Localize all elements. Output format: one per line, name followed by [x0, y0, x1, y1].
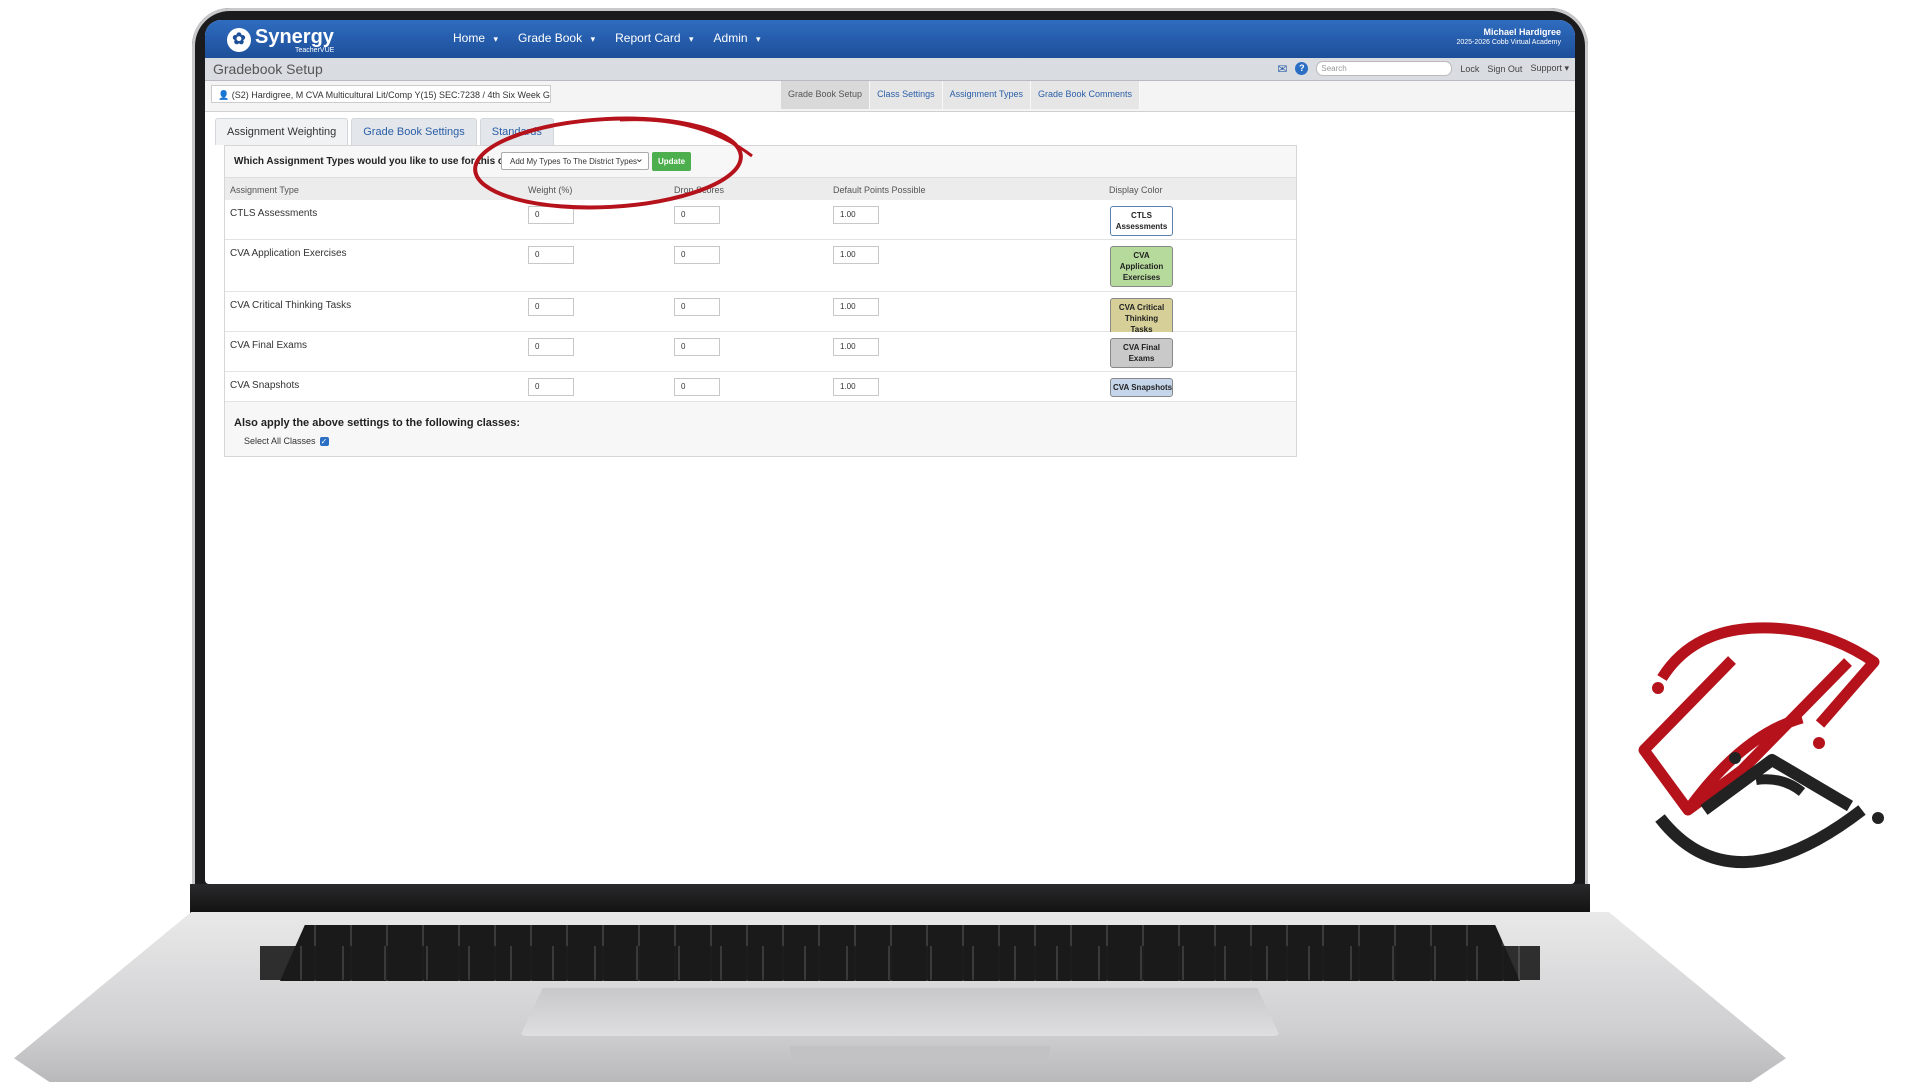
- also-apply-heading: Also apply the above settings to the fol…: [234, 417, 521, 429]
- assignment-type-question: Which Assignment Types would you like to…: [234, 156, 530, 167]
- table-header: Assignment Type Weight (%) Drop Scores D…: [225, 177, 1296, 201]
- page-title: Gradebook Setup: [213, 61, 323, 77]
- nav-grade-book[interactable]: Grade Book: [518, 31, 595, 45]
- synergy-logo-icon: ✿: [227, 28, 251, 52]
- class-selector-label: (S2) Hardigree, M CVA Multicultural Lit/…: [231, 90, 550, 100]
- display-color-swatch[interactable]: CVA Final Exams: [1110, 338, 1173, 368]
- display-color-swatch[interactable]: CVA Snapshots: [1110, 378, 1173, 397]
- select-all-classes: Select All Classes ✓: [244, 436, 329, 446]
- col-drop-scores: Drop Scores: [674, 185, 725, 195]
- app-header: ✿ Synergy TeacherVUE Home Grade Book Rep…: [205, 20, 1575, 58]
- assignment-type-dropdown[interactable]: Add My Types To The District Types: [501, 150, 649, 170]
- help-icon[interactable]: ?: [1295, 62, 1309, 75]
- section-tabs: Assignment Weighting Grade Book Settings…: [215, 118, 554, 145]
- table-row: CVA Application Exercises 0 0 1.00 CVA A…: [225, 240, 1296, 292]
- user-info: Michael Hardigree 2025-2026 Cobb Virtual…: [1456, 27, 1561, 46]
- tab-grade-book-comments[interactable]: Grade Book Comments: [1030, 81, 1141, 109]
- class-selector[interactable]: 👤 (S2) Hardigree, M CVA Multicultural Li…: [211, 85, 551, 103]
- sign-out-link[interactable]: Sign Out: [1487, 64, 1522, 74]
- weight-input[interactable]: 0: [528, 246, 574, 264]
- assignment-type-name: CVA Critical Thinking Tasks: [230, 300, 352, 311]
- weight-input[interactable]: 0: [528, 338, 574, 356]
- display-color-swatch[interactable]: CTLS Assessments: [1110, 206, 1173, 236]
- weight-input[interactable]: 0: [528, 206, 574, 224]
- toolbar: ✉ ? Search Lock Sign Out Support ▾: [1277, 61, 1569, 76]
- laptop-lip: [790, 1046, 1050, 1062]
- person-icon: 👤: [218, 90, 230, 100]
- user-school: 2025-2026 Cobb Virtual Academy: [1456, 39, 1561, 46]
- laptop-frame: ✿ Synergy TeacherVUE Home Grade Book Rep…: [0, 0, 1920, 1082]
- top-nav: Home Grade Book Report Card Admin: [453, 31, 761, 45]
- col-assignment-type: Assignment Type: [230, 185, 299, 195]
- user-name: Michael Hardigree: [1483, 27, 1561, 37]
- tab-assignment-types[interactable]: Assignment Types: [942, 81, 1031, 109]
- nav-report-card[interactable]: Report Card: [615, 31, 693, 45]
- support-label: Support: [1530, 63, 1562, 73]
- lock-link[interactable]: Lock: [1460, 64, 1479, 74]
- points-input[interactable]: 1.00: [833, 206, 879, 224]
- table-row: CVA Snapshots 0 0 1.00 CVA Snapshots: [225, 372, 1296, 402]
- tab-class-settings[interactable]: Class Settings: [870, 81, 943, 109]
- assignment-weighting-panel: Which Assignment Types would you like to…: [224, 145, 1297, 457]
- brand-logo-icon: [1638, 622, 1884, 868]
- nav-admin[interactable]: Admin: [714, 31, 761, 45]
- col-display-color: Display Color: [1109, 185, 1163, 195]
- page-title-bar: Gradebook Setup ✉ ? Search Lock Sign Out…: [205, 58, 1575, 81]
- tab-assignment-weighting[interactable]: Assignment Weighting: [215, 118, 349, 145]
- drop-scores-input[interactable]: 0: [674, 338, 720, 356]
- class-bar: 👤 (S2) Hardigree, M CVA Multicultural Li…: [205, 81, 1575, 112]
- points-input[interactable]: 1.00: [833, 338, 879, 356]
- points-input[interactable]: 1.00: [833, 378, 879, 396]
- logo-name: Synergy: [255, 26, 334, 48]
- select-all-label: Select All Classes: [244, 436, 316, 446]
- update-button[interactable]: Update: [652, 152, 691, 171]
- drop-scores-input[interactable]: 0: [674, 298, 720, 316]
- assignment-type-name: CVA Snapshots: [230, 380, 300, 391]
- keyboard-rows: [260, 946, 1540, 980]
- logo-subtitle: TeacherVUE: [295, 47, 335, 54]
- select-all-checkbox[interactable]: ✓: [319, 436, 329, 446]
- drop-scores-input[interactable]: 0: [674, 378, 720, 396]
- assignment-type-name: CVA Final Exams: [230, 340, 308, 351]
- tab-grade-book-settings[interactable]: Grade Book Settings: [351, 118, 477, 145]
- table-row: CTLS Assessments 0 0 1.00 CTLS Assessmen…: [225, 200, 1296, 240]
- laptop-screen: ✿ Synergy TeacherVUE Home Grade Book Rep…: [205, 20, 1575, 884]
- assignment-type-name: CVA Application Exercises: [230, 248, 347, 259]
- assignment-type-name: CTLS Assessments: [230, 208, 318, 219]
- mail-icon[interactable]: ✉: [1277, 62, 1287, 76]
- table-row: CVA Critical Thinking Tasks 0 0 1.00 CVA…: [225, 292, 1296, 339]
- synergy-logo[interactable]: ✿ Synergy TeacherVUE: [227, 26, 337, 54]
- nav-home[interactable]: Home: [453, 31, 498, 45]
- support-menu[interactable]: Support ▾: [1530, 63, 1569, 74]
- tab-standards[interactable]: Standards: [479, 118, 554, 145]
- setup-tabs: Grade Book Setup Class Settings Assignme…: [781, 81, 1141, 109]
- col-weight: Weight (%): [528, 185, 573, 195]
- search-input[interactable]: Search: [1316, 61, 1453, 76]
- drop-scores-input[interactable]: 0: [674, 206, 720, 224]
- tab-grade-book-setup[interactable]: Grade Book Setup: [781, 81, 871, 109]
- points-input[interactable]: 1.00: [833, 298, 879, 316]
- table-row: CVA Final Exams 0 0 1.00 CVA Final Exams: [225, 332, 1296, 372]
- display-color-swatch[interactable]: CVA Application Exercises: [1110, 246, 1173, 287]
- trackpad: [520, 988, 1280, 1036]
- laptop-hinge: [190, 884, 1590, 914]
- drop-scores-input[interactable]: 0: [674, 246, 720, 264]
- col-default-points: Default Points Possible: [833, 185, 926, 195]
- points-input[interactable]: 1.00: [833, 246, 879, 264]
- weight-input[interactable]: 0: [528, 298, 574, 316]
- weight-input[interactable]: 0: [528, 378, 574, 396]
